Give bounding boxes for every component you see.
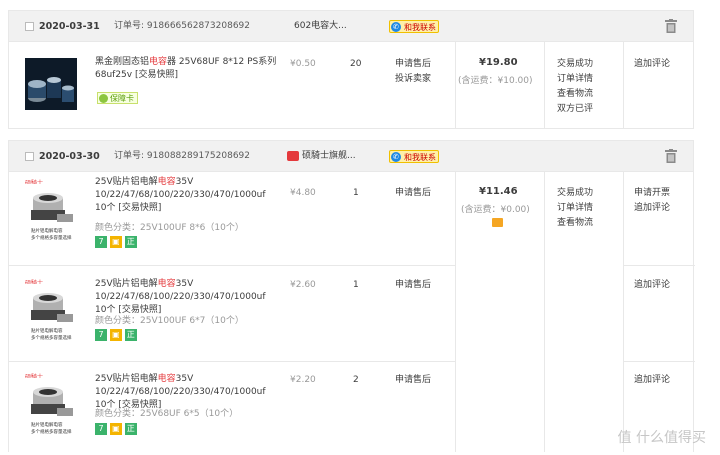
- shop-guarantee-icon: ▣: [109, 329, 122, 341]
- product-image[interactable]: 贴片铝电解电容 多个规格多容量选择: [25, 284, 83, 344]
- after-sales-link[interactable]: 申请售后: [395, 373, 431, 388]
- order-detail-link[interactable]: 订单详情: [557, 72, 593, 87]
- quantity: 20: [350, 59, 362, 69]
- unit-price: ¥2.60: [290, 280, 316, 290]
- service-badges: 7 ▣ 正: [95, 329, 137, 341]
- contact-seller-button[interactable]: ✆ 和我联系: [389, 20, 439, 33]
- order-card: 2020-03-30 订单号: 918088289175208692 硕騎士旗舰…: [8, 140, 695, 453]
- shop-name[interactable]: 硕騎士旗舰...: [302, 141, 356, 172]
- svg-text:贴片铝电解电容: 贴片铝电解电容: [31, 327, 63, 334]
- order-number: 订单号: 918088289175208692: [114, 151, 250, 161]
- order-item-row: 硕騎士 贴片铝电解电容 多个规格多容量选择 25V贴片铝电解电容35V 10/2…: [9, 266, 695, 361]
- chat-icon: ✆: [391, 22, 401, 32]
- order-checkbox[interactable]: [25, 22, 34, 31]
- guarantee-card-tag[interactable]: 保障卡: [97, 92, 138, 104]
- shop-icon: [287, 151, 299, 161]
- product-image[interactable]: [25, 58, 77, 110]
- order-number: 订单号: 918666562873208692: [114, 21, 250, 31]
- divider: [544, 42, 545, 128]
- product-spec: 颜色分类：25V100UF 6*7（10个）: [95, 316, 244, 326]
- order-item-row: 硕騎士 贴片铝电解电容 多个规格多容量选择 25V贴片铝电解电容35V 10/2…: [9, 362, 695, 453]
- trash-icon[interactable]: [665, 19, 677, 33]
- logistics-link[interactable]: 查看物流: [557, 87, 593, 102]
- add-review-link[interactable]: 追加评论: [634, 278, 670, 293]
- product-image[interactable]: 贴片铝电解电容 多个规格多容量选择: [25, 378, 83, 438]
- after-sales-link[interactable]: 申请售后: [395, 186, 431, 201]
- unit-price: ¥0.50: [290, 59, 316, 69]
- chat-icon: ✆: [391, 152, 401, 162]
- order-total: ¥19.80: [479, 57, 518, 68]
- order-header: 2020-03-30 订单号: 918088289175208692 硕騎士旗舰…: [9, 141, 693, 172]
- seven-day-return-icon: 7: [95, 423, 107, 435]
- trash-icon[interactable]: [665, 149, 677, 163]
- add-review-link[interactable]: 追加评论: [634, 201, 670, 216]
- seven-day-return-icon: 7: [95, 236, 107, 248]
- order-date: 2020-03-30: [39, 151, 100, 162]
- order-item-row: 硕騎士 贴片铝电解电容 多个规格多容量选择 25V贴片铝电解电容35V 10/2…: [9, 172, 695, 265]
- watermark: 值 什么值得买: [617, 430, 706, 446]
- review-status: 双方已评: [557, 104, 594, 114]
- product-title[interactable]: 25V贴片铝电解电容35V 10/22/47/68/100/220/330/47…: [95, 278, 273, 317]
- after-sales-link[interactable]: 申请售后: [395, 278, 431, 293]
- product-spec: 颜色分类：25V68UF 6*5（10个）: [95, 409, 239, 419]
- shop-guarantee-icon: ▣: [109, 423, 122, 435]
- shipping-fee: (含运费：¥10.00): [458, 76, 533, 86]
- seven-day-return-icon: 7: [95, 329, 107, 341]
- shop-guarantee-icon: ▣: [109, 236, 122, 248]
- service-badges: 7 ▣ 正: [95, 423, 137, 435]
- add-review-link[interactable]: 追加评论: [634, 57, 670, 72]
- complain-seller-link[interactable]: 投诉卖家: [395, 72, 431, 87]
- add-review-link[interactable]: 追加评论: [634, 373, 670, 388]
- svg-text:贴片铝电解电容: 贴片铝电解电容: [31, 421, 63, 428]
- shop-name[interactable]: 602电容大...: [294, 11, 347, 42]
- product-title[interactable]: 黑金刚固态铝电容器 25V68UF 8*12 PS系列 68uf25v [交易快…: [95, 56, 283, 82]
- order-date: 2020-03-31: [39, 21, 100, 32]
- genuine-icon: 正: [124, 329, 137, 341]
- order-header: 2020-03-31 订单号: 918666562873208692 602电容…: [9, 11, 693, 42]
- contact-seller-button[interactable]: ✆ 和我联系: [389, 150, 439, 163]
- divider: [455, 42, 456, 128]
- after-sales-link[interactable]: 申请售后: [395, 57, 431, 72]
- product-spec: 颜色分类：25V100UF 8*6（10个）: [95, 223, 244, 233]
- unit-price: ¥4.80: [290, 188, 316, 198]
- order-card: 2020-03-31 订单号: 918666562873208692 602电容…: [8, 10, 694, 129]
- quantity: 1: [353, 280, 359, 290]
- request-invoice-link[interactable]: 申请开票: [634, 186, 670, 201]
- product-image[interactable]: 贴片铝电解电容 多个规格多容量选择: [25, 184, 83, 244]
- divider: [623, 42, 624, 128]
- genuine-icon: 正: [124, 236, 137, 248]
- guarantee-icon: [99, 94, 108, 103]
- trade-status: 交易成功: [557, 59, 594, 69]
- order-checkbox[interactable]: [25, 152, 34, 161]
- unit-price: ¥2.20: [290, 375, 316, 385]
- quantity: 1: [353, 188, 359, 198]
- product-title[interactable]: 25V贴片铝电解电容35V 10/22/47/68/100/220/330/47…: [95, 176, 273, 215]
- service-badges: 7 ▣ 正: [95, 236, 137, 248]
- svg-text:多个规格多容量选择: 多个规格多容量选择: [31, 234, 72, 241]
- svg-text:多个规格多容量选择: 多个规格多容量选择: [31, 428, 72, 435]
- genuine-icon: 正: [124, 423, 137, 435]
- quantity: 2: [353, 375, 359, 385]
- svg-text:多个规格多容量选择: 多个规格多容量选择: [31, 334, 72, 341]
- svg-text:贴片铝电解电容: 贴片铝电解电容: [31, 227, 63, 234]
